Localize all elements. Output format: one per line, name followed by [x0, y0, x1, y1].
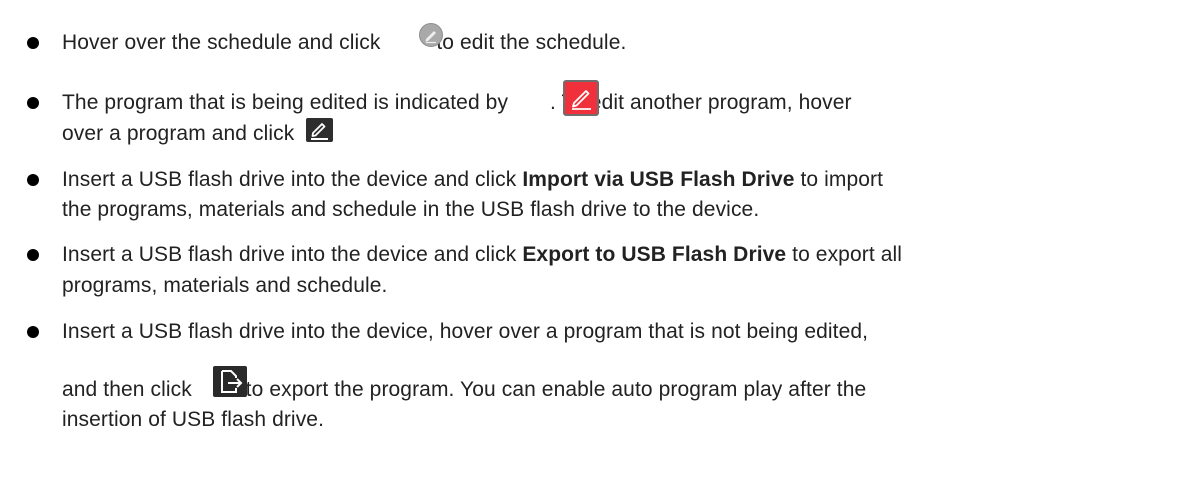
- text-segment: The program that is being edited is indi…: [62, 91, 514, 114]
- pencil-dark-square-icon: [306, 118, 333, 142]
- text-segment: to export all: [786, 243, 903, 266]
- bullet-dot: [27, 97, 39, 109]
- list-item-text: Hover over the schedule and click to edi…: [62, 30, 626, 56]
- bullet-dot: [27, 174, 39, 186]
- list-item-text: Insert a USB flash drive into the device…: [62, 242, 902, 268]
- bullet-dot: [27, 249, 39, 261]
- text-segment: to export the program. You can enable au…: [239, 378, 867, 401]
- list-item-text: over a program and click .: [62, 121, 333, 147]
- text-segment: Insert a USB flash drive into the device…: [62, 168, 523, 191]
- text-segment: insertion of USB flash drive.: [62, 408, 325, 431]
- export-icon: [213, 366, 247, 397]
- list-item-text: insertion of USB flash drive.: [62, 407, 324, 433]
- list-item-text: Insert a USB flash drive into the device…: [62, 167, 883, 193]
- text-segment: to edit the schedule.: [430, 31, 627, 54]
- list-item-text: Insert a USB flash drive into the device…: [62, 319, 868, 345]
- list-item-text: and then click to export the program. Yo…: [62, 377, 866, 403]
- pencil-gray-circle-icon: [419, 23, 443, 47]
- text-segment: Insert a USB flash drive into the device…: [62, 243, 523, 266]
- document-page: Hover over the schedule and click to edi…: [0, 0, 1202, 495]
- list-item-text: The program that is being edited is indi…: [62, 90, 852, 116]
- text-segment: Hover over the schedule and click: [62, 31, 387, 54]
- bold-term: Import via USB Flash Drive: [522, 168, 795, 191]
- text-segment: over a program and click: [62, 122, 301, 145]
- bullet-dot: [27, 326, 39, 338]
- bullet-dot: [27, 37, 39, 49]
- text-segment: programs, materials and schedule.: [62, 274, 388, 297]
- pencil-red-square-icon: [563, 80, 599, 116]
- bold-term: Export to USB Flash Drive: [522, 243, 787, 266]
- list-item-text: programs, materials and schedule.: [62, 273, 387, 299]
- text-segment: the programs, materials and schedule in …: [62, 198, 760, 221]
- text-segment: Insert a USB flash drive into the device…: [62, 320, 869, 343]
- text-segment: to import: [794, 168, 884, 191]
- text-segment: and then click: [62, 378, 198, 401]
- list-item-text: the programs, materials and schedule in …: [62, 197, 759, 223]
